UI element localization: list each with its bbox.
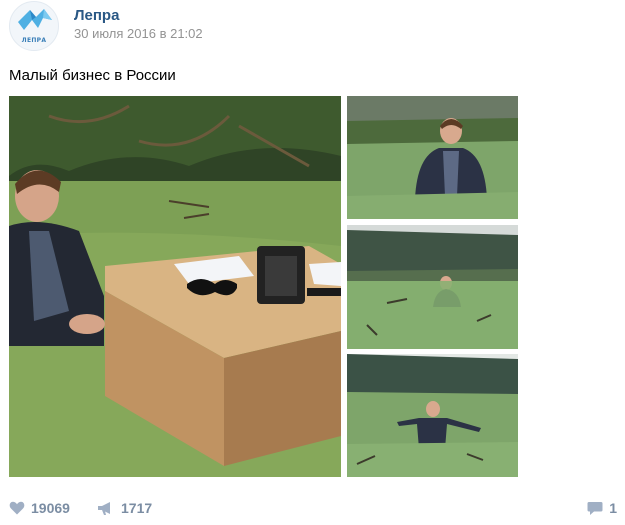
megaphone-icon bbox=[98, 501, 110, 515]
comment-icon bbox=[587, 501, 603, 515]
share-count: 1717 bbox=[121, 500, 153, 516]
photo-boy-in-swamp-1[interactable] bbox=[347, 96, 518, 219]
photo-boy-in-swamp-2[interactable] bbox=[347, 225, 518, 349]
avatar-caption: ЛЕПРА bbox=[21, 37, 47, 44]
lepra-logo-icon bbox=[18, 9, 52, 30]
avatar[interactable]: ЛЕПРА bbox=[9, 1, 59, 51]
comment-button[interactable]: 1 bbox=[587, 498, 617, 518]
like-count: 19069 bbox=[31, 500, 70, 516]
photo-boy-desk-swamp[interactable] bbox=[9, 96, 341, 477]
comment-count: 1 bbox=[609, 500, 617, 516]
heart-icon bbox=[9, 501, 25, 515]
photo-boy-in-swamp-3[interactable] bbox=[347, 354, 518, 477]
post-header: ЛЕПРА Лепра 30 июля 2016 в 21:02 bbox=[9, 1, 609, 51]
post-date[interactable]: 30 июля 2016 в 21:02 bbox=[74, 26, 203, 41]
post-text: Малый бизнес в России bbox=[9, 67, 176, 84]
post-actions: 19069 1717 1 bbox=[9, 498, 617, 518]
like-button[interactable]: 19069 bbox=[9, 498, 70, 518]
share-button[interactable]: 1717 bbox=[97, 498, 152, 518]
author-name[interactable]: Лепра bbox=[74, 7, 119, 24]
